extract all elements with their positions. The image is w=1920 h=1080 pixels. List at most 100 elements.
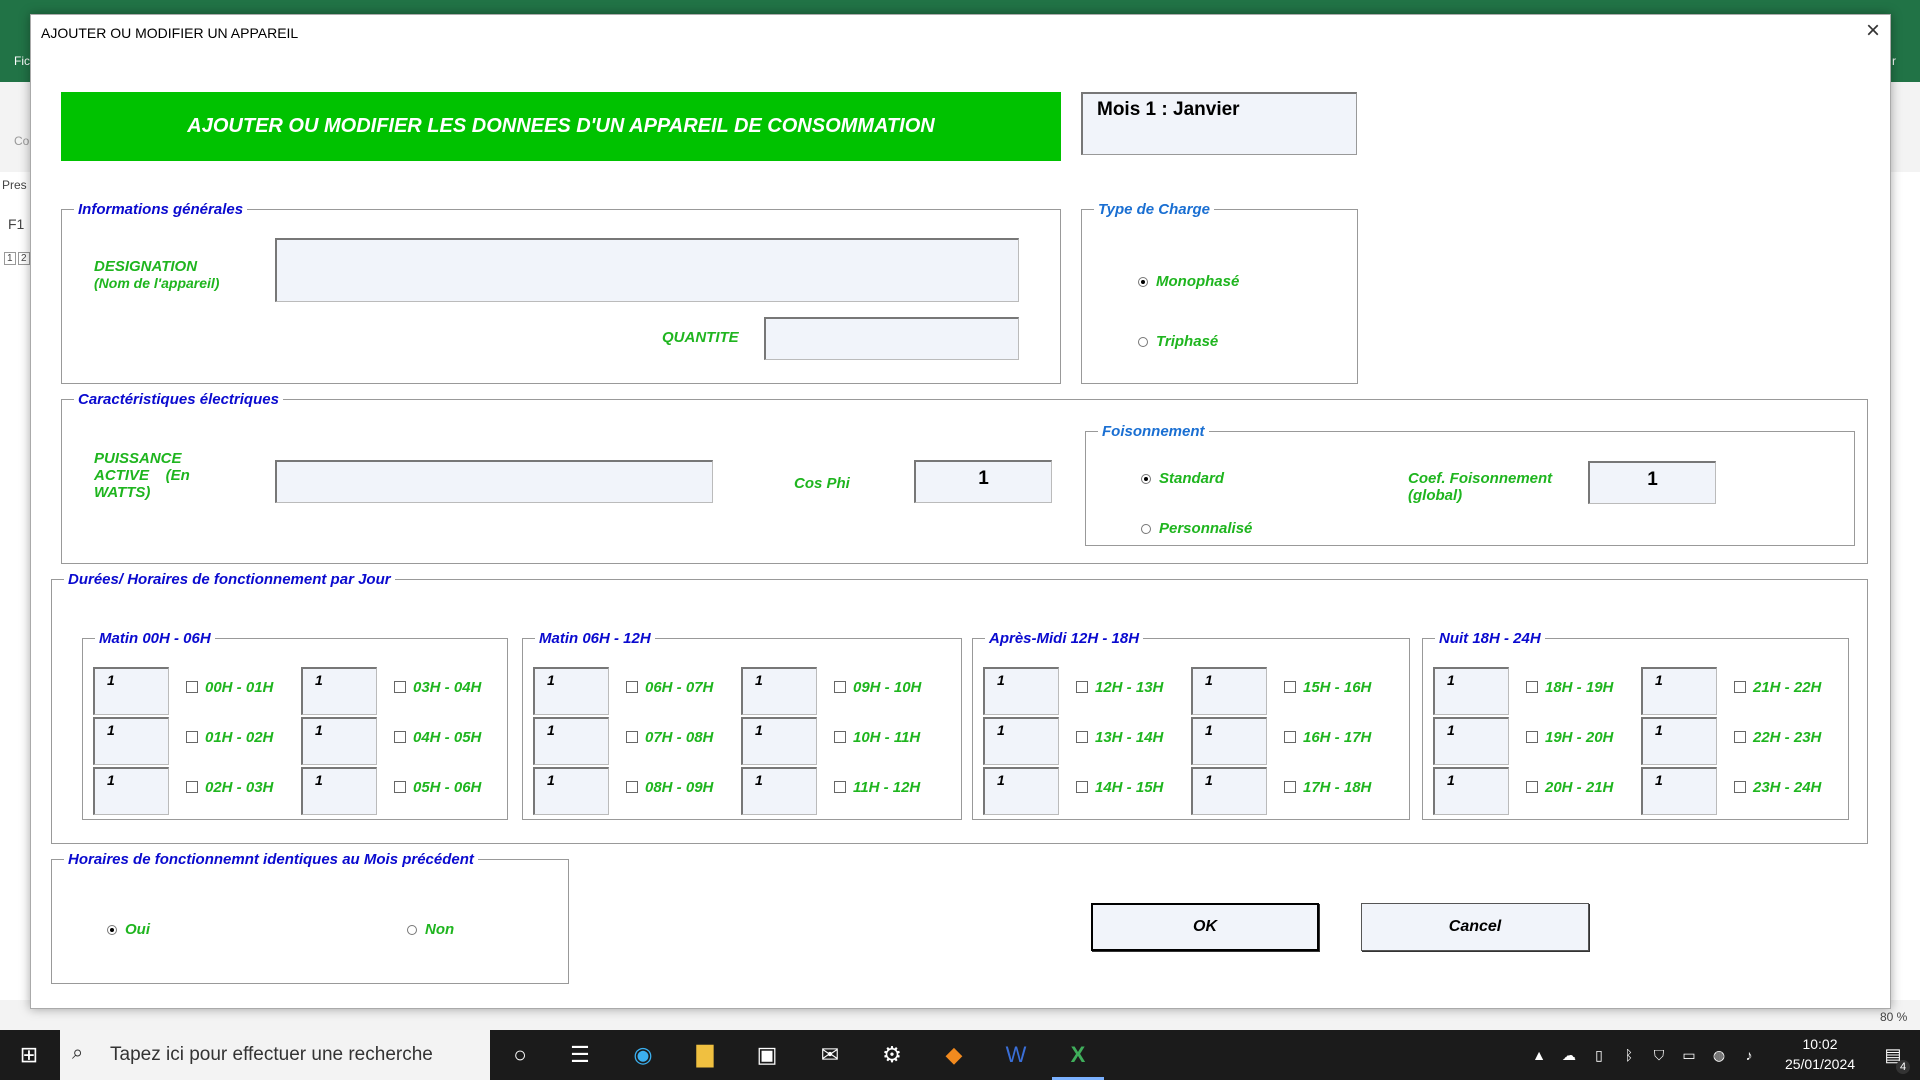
excel-level-2[interactable]: 2 — [18, 252, 30, 265]
hour-input[interactable]: 1 — [1433, 767, 1509, 815]
hour-checkbox[interactable] — [1076, 731, 1088, 743]
hour-input[interactable]: 1 — [1191, 767, 1267, 815]
hour-input[interactable]: 1 — [1191, 667, 1267, 715]
taskbar-search[interactable]: ⌕ Tapez ici pour effectuer une recherche — [60, 1030, 490, 1080]
hour-input[interactable]: 1 — [533, 767, 609, 815]
usb-icon[interactable]: ▯ — [1584, 1040, 1614, 1070]
hour-checkbox[interactable] — [1734, 681, 1746, 693]
hour-checkbox[interactable] — [186, 731, 198, 743]
search-placeholder: Tapez ici pour effectuer une recherche — [110, 1044, 433, 1065]
hour-input[interactable]: 1 — [983, 667, 1059, 715]
security-shield-icon[interactable]: ⛉ — [1644, 1040, 1674, 1070]
hour-input[interactable]: 1 — [93, 767, 169, 815]
hour-input[interactable]: 1 — [1433, 667, 1509, 715]
edge-icon[interactable]: ◉ — [628, 1040, 658, 1070]
excel-level-1[interactable]: 1 — [4, 252, 16, 265]
hour-checkbox[interactable] — [394, 681, 406, 693]
taskbar-clock[interactable]: 10:02 25/01/2024 — [1780, 1034, 1860, 1074]
hour-input[interactable]: 1 — [983, 767, 1059, 815]
excel-name-box[interactable]: F1 — [8, 216, 24, 232]
hour-input[interactable]: 1 — [983, 717, 1059, 765]
hour-checkbox[interactable] — [1526, 681, 1538, 693]
cancel-button[interactable]: Cancel — [1361, 903, 1589, 951]
hour-input[interactable]: 1 — [301, 667, 377, 715]
hour-input[interactable]: 1 — [741, 767, 817, 815]
volume-icon[interactable]: ♪ — [1734, 1040, 1764, 1070]
hour-checkbox[interactable] — [394, 731, 406, 743]
close-icon[interactable]: × — [1866, 19, 1880, 43]
radio-oui[interactable] — [107, 925, 117, 935]
frame-info: Informations générales DESIGNATION (Nom … — [61, 201, 1061, 384]
hour-checkbox[interactable] — [834, 731, 846, 743]
hour-input[interactable]: 1 — [1641, 767, 1717, 815]
hour-input[interactable]: 1 — [93, 717, 169, 765]
store-icon[interactable]: ▣ — [752, 1040, 782, 1070]
excel-icon[interactable]: X — [1063, 1040, 1093, 1070]
hour-checkbox[interactable] — [626, 781, 638, 793]
excel-ribbon-copy[interactable]: Co — [14, 134, 29, 148]
hour-checkbox[interactable] — [186, 781, 198, 793]
hour-input[interactable]: 1 — [301, 767, 377, 815]
designation-label-line2: (Nom de l'appareil) — [94, 275, 220, 291]
hour-input[interactable]: 1 — [741, 667, 817, 715]
hour-checkbox[interactable] — [1076, 781, 1088, 793]
radio-non[interactable] — [407, 925, 417, 935]
radio-triphase[interactable] — [1138, 337, 1148, 347]
hour-group-title: Après-Midi 12H - 18H — [989, 630, 1140, 647]
triphase-label: Triphasé — [1156, 333, 1219, 350]
task-view-icon[interactable]: ○ — [505, 1040, 535, 1070]
windows-start-icon[interactable]: ⊞ — [14, 1040, 44, 1070]
bluetooth-icon[interactable]: ᛒ — [1614, 1040, 1644, 1070]
pdf-app-icon[interactable]: ◆ — [939, 1040, 969, 1070]
battery-icon[interactable]: ▭ — [1674, 1040, 1704, 1070]
hour-checkbox[interactable] — [1284, 731, 1296, 743]
designation-input[interactable] — [275, 238, 1019, 302]
quantite-input[interactable] — [764, 317, 1019, 360]
nvidia-icon[interactable]: ▲ — [1524, 1040, 1554, 1070]
month-display: Mois 1 : Janvier — [1081, 92, 1357, 155]
hour-checkbox[interactable] — [1076, 681, 1088, 693]
mail-icon[interactable]: ✉ — [815, 1040, 845, 1070]
hour-checkbox[interactable] — [1284, 781, 1296, 793]
hour-input[interactable]: 1 — [533, 717, 609, 765]
radio-monophase[interactable] — [1138, 277, 1148, 287]
radio-standard[interactable] — [1141, 474, 1151, 484]
hour-checkbox[interactable] — [186, 681, 198, 693]
word-icon[interactable]: W — [1001, 1040, 1031, 1070]
hour-slot-label: 10H - 11H — [853, 729, 921, 746]
puissance-input[interactable] — [275, 460, 713, 503]
settings-gear-icon[interactable]: ⚙ — [877, 1040, 907, 1070]
hour-input[interactable]: 1 — [1641, 667, 1717, 715]
hour-checkbox[interactable] — [834, 681, 846, 693]
hour-input[interactable]: 1 — [1191, 717, 1267, 765]
hour-checkbox[interactable] — [626, 731, 638, 743]
excel-menu-file[interactable]: Fic — [14, 54, 30, 68]
coef-input[interactable]: 1 — [1588, 461, 1716, 504]
cosphi-input[interactable]: 1 — [914, 460, 1052, 503]
hour-input[interactable]: 1 — [1433, 717, 1509, 765]
hour-checkbox[interactable] — [626, 681, 638, 693]
hour-checkbox[interactable] — [834, 781, 846, 793]
hour-checkbox[interactable] — [1526, 731, 1538, 743]
network-globe-icon[interactable]: ◍ — [1704, 1040, 1734, 1070]
hour-checkbox[interactable] — [1526, 781, 1538, 793]
hour-input[interactable]: 1 — [93, 667, 169, 715]
onedrive-icon[interactable]: ☁ — [1554, 1040, 1584, 1070]
hour-group-3: Après-Midi 12H - 18H 1 12H - 13H 1 13H - 14H… — [972, 630, 1410, 820]
hour-input[interactable]: 1 — [1641, 717, 1717, 765]
ok-button[interactable]: OK — [1091, 903, 1319, 951]
file-explorer-icon[interactable]: ▇ — [690, 1040, 720, 1070]
hour-checkbox[interactable] — [394, 781, 406, 793]
hour-input[interactable]: 1 — [533, 667, 609, 715]
hour-checkbox[interactable] — [1734, 731, 1746, 743]
hour-checkbox[interactable] — [1284, 681, 1296, 693]
hour-slot-label: 22H - 23H — [1753, 729, 1822, 746]
hour-checkbox[interactable] — [1734, 781, 1746, 793]
hour-group-title: Matin 00H - 06H — [99, 630, 211, 647]
widgets-icon[interactable]: ☰ — [565, 1040, 595, 1070]
hour-slot-label: 03H - 04H — [413, 679, 482, 696]
designation-label-line1: DESIGNATION — [94, 258, 198, 275]
hour-input[interactable]: 1 — [741, 717, 817, 765]
hour-input[interactable]: 1 — [301, 717, 377, 765]
radio-personnalise[interactable] — [1141, 524, 1151, 534]
